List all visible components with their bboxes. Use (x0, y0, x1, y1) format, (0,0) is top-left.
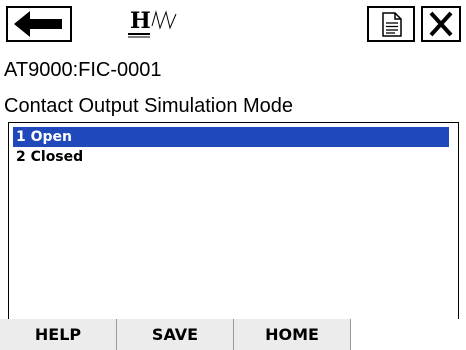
document-button[interactable] (367, 6, 415, 42)
help-button[interactable]: HELP (0, 319, 117, 350)
list-item-open[interactable]: 1 Open (13, 127, 449, 147)
document-icon (382, 12, 402, 37)
close-button[interactable] (421, 6, 461, 42)
list-item-closed[interactable]: 2 Closed (13, 147, 83, 167)
save-button[interactable]: SAVE (117, 319, 234, 350)
svg-text:H: H (130, 8, 151, 34)
back-button[interactable] (6, 6, 72, 42)
page-title: Contact Output Simulation Mode (4, 95, 294, 117)
device-tag: AT9000:FIC-0001 (4, 59, 162, 81)
close-icon (429, 11, 453, 37)
softkey-bar: HELP SAVE HOME (0, 319, 466, 350)
home-button[interactable]: HOME (234, 319, 351, 350)
option-list[interactable]: 1 Open 2 Closed (8, 122, 459, 322)
empty-softkey (351, 319, 466, 350)
hw-logo-icon: H (110, 6, 214, 42)
arrow-left-icon (14, 11, 62, 37)
